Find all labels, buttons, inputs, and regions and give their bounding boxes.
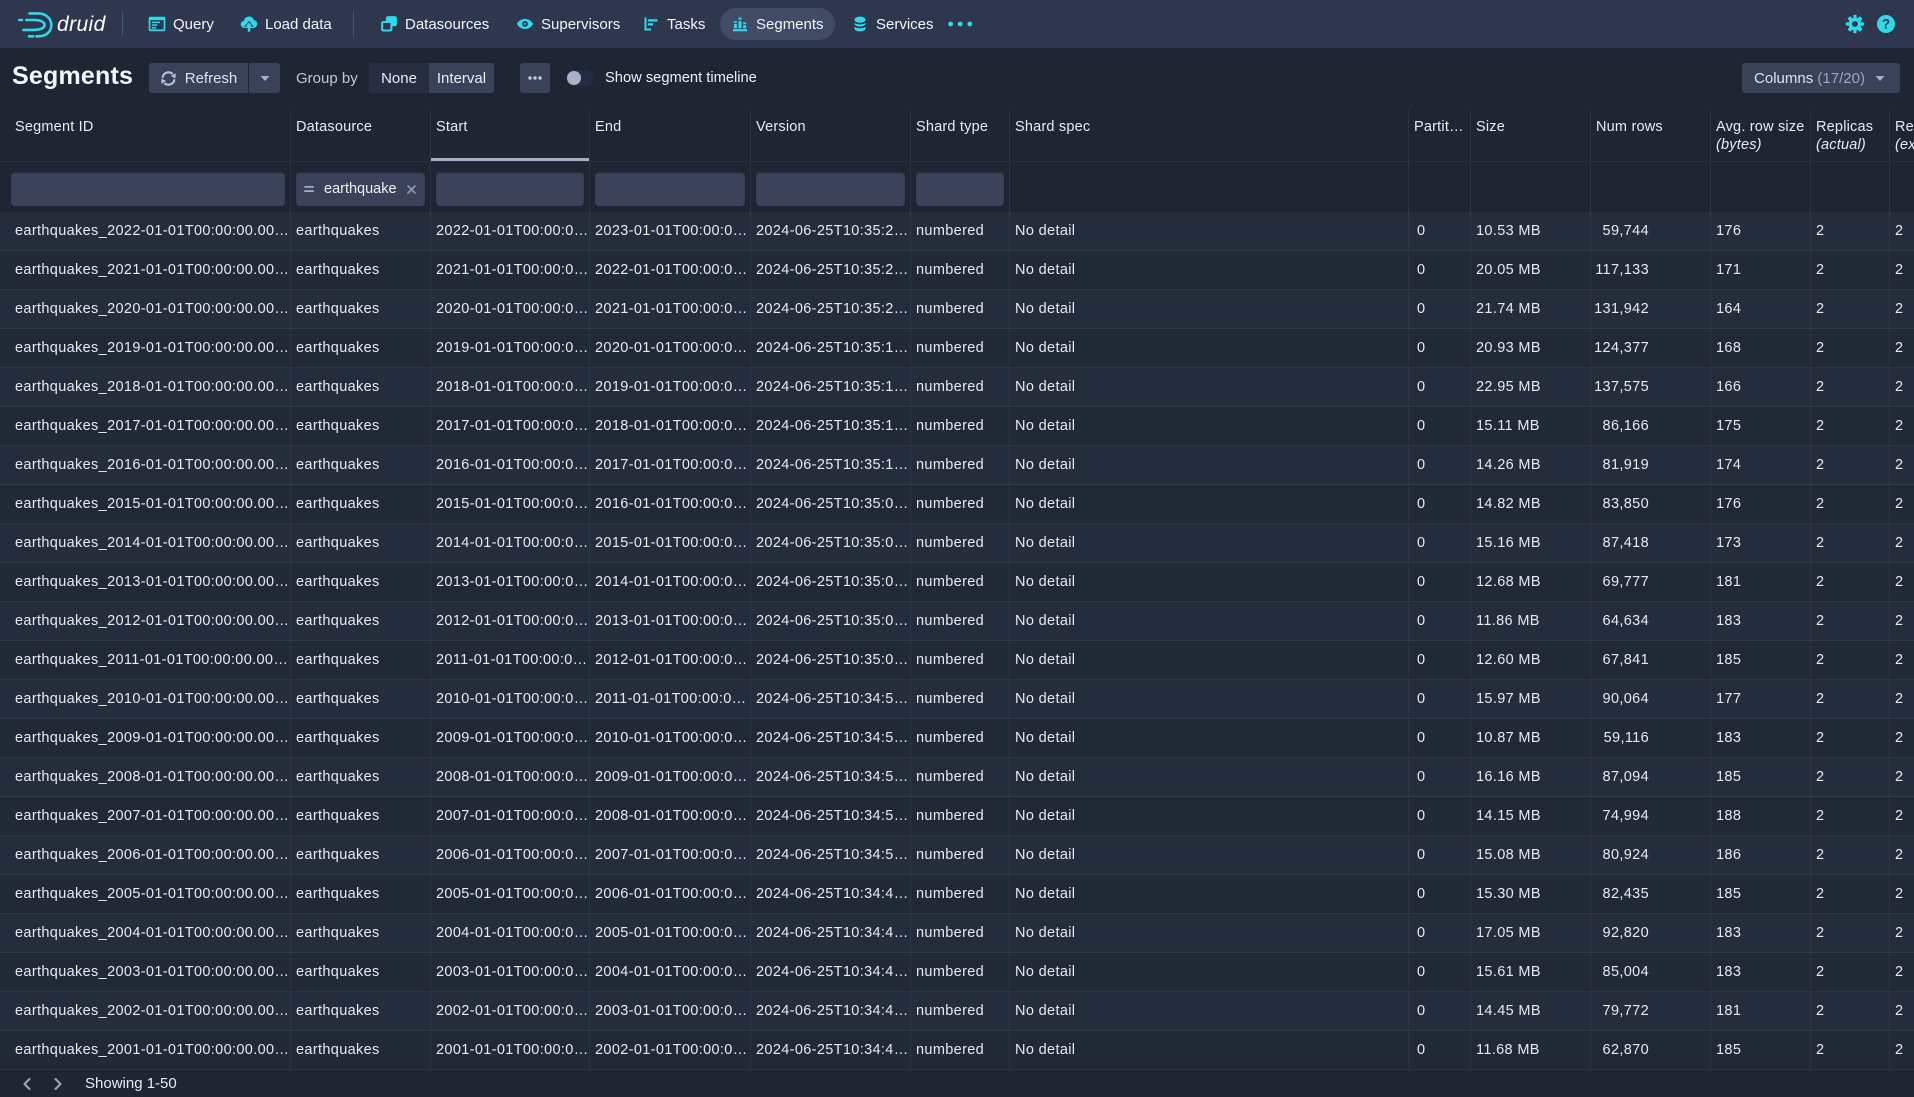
svg-text:?: ? <box>1882 17 1890 32</box>
